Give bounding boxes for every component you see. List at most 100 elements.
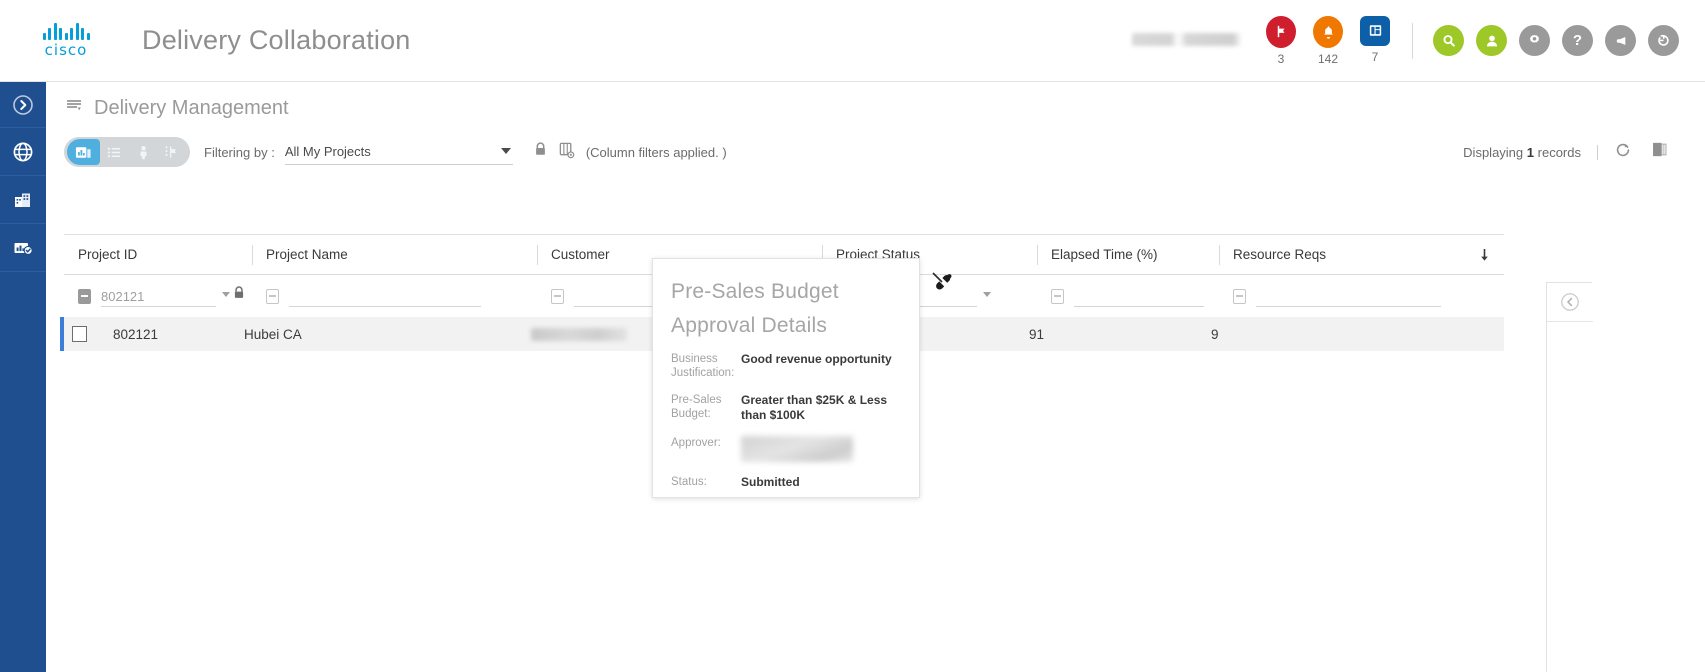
user-icon[interactable] [1476,25,1507,56]
application-window: cisco Delivery Collaboration 3 142 7 ? D… [0,0,1705,672]
column-header-resource-reqs-label: Resource Reqs [1233,247,1327,262]
report-check-icon [11,236,35,260]
column-filters-note: (Column filters applied. ) [585,144,727,160]
notification-group: 3 142 7 [1264,15,1392,66]
flag-view-icon[interactable] [158,139,187,165]
sidebar-item-company[interactable] [0,176,46,224]
expand-chevron-icon [11,93,35,117]
filter-input-project-id[interactable]: 802121 [101,285,216,307]
sort-desc-icon [1479,248,1490,265]
flag-icon [1266,15,1296,48]
news-icon [1360,15,1390,46]
popup-label: Business Justification: [671,353,735,380]
bell-icon [1313,15,1343,48]
approver-value-redacted [741,436,853,463]
dashboard-view-icon[interactable] [67,139,100,165]
filter-toolbar: Filtering by : All My Projects (Column f… [46,133,1705,171]
filter-toggle-project-id[interactable] [78,288,91,304]
collapse-left-chevron-icon[interactable] [1559,291,1581,672]
cell-resource-reqs: 9 [1211,326,1219,342]
filter-toggle-resource-reqs[interactable] [1233,288,1246,304]
view-toggle-group [64,137,190,167]
export-excel-icon[interactable] [1650,140,1669,164]
popup-field-pre-sales-budget: Pre-Sales Budget: Greater than $25K & Le… [671,393,901,423]
app-title: Delivery Collaboration [142,25,411,55]
page-title: Delivery Management [94,97,289,119]
building-icon [11,188,35,212]
filter-cell-elapsed-time [1037,275,1219,317]
right-panel-divider [1547,321,1593,322]
sidebar-item-expand[interactable] [0,82,46,128]
filter-input-resource-reqs[interactable] [1256,285,1441,307]
row-selection-marker [60,317,64,351]
header-action-icons: ? [1433,25,1679,56]
globe-icon [11,140,35,164]
help-icon[interactable]: ? [1562,25,1593,56]
column-header-project-name[interactable]: Project Name [252,235,537,275]
pre-sales-budget-popup: Pre-Sales Budget Approval Details Busine… [652,258,920,498]
list-view-icon[interactable] [100,139,129,165]
cisco-bars-icon [30,22,102,40]
column-header-resource-reqs[interactable]: Resource Reqs [1219,235,1504,275]
filter-toggle-elapsed-time[interactable] [1051,288,1064,304]
filter-cell-project-name [252,275,537,317]
customer-value-redacted [531,327,627,341]
displaying-suffix: records [1537,144,1581,160]
filter-select-value: All My Projects [284,144,371,159]
popup-field-status: Status: Submitted [671,475,901,490]
displaying-prefix: Displaying [1463,144,1524,160]
chevron-down-icon[interactable] [983,291,991,297]
left-sidebar [0,82,46,672]
filtering-by-label: Filtering by : [204,144,275,160]
megaphone-icon[interactable] [1605,25,1636,56]
bell-notification[interactable]: 142 [1311,15,1345,66]
popup-value: Submitted [741,475,800,490]
filter-select[interactable]: All My Projects [284,139,513,165]
popup-value: Greater than $25K & Less than $100K [741,393,888,423]
popup-value: Good revenue opportunity [741,352,892,367]
popup-label: Pre-Sales Budget: [671,394,722,421]
popup-label: Approver: [671,437,721,450]
gear-icon[interactable] [1519,25,1550,56]
cisco-wordmark: cisco [44,40,88,59]
filter-input-elapsed-time[interactable] [1074,285,1204,307]
popup-field-business-justification: Business Justification: Good revenue opp… [671,352,901,380]
column-header-elapsed-time[interactable]: Elapsed Time (%) [1037,235,1219,275]
flag-count: 3 [1277,51,1285,66]
chevron-down-icon [500,148,511,154]
filter-cell-resource-reqs [1219,275,1504,317]
sidebar-item-reports[interactable] [0,224,46,272]
filter-toggle-project-name[interactable] [266,288,279,304]
right-side-panel [1546,282,1593,672]
pin-link-icon[interactable] [930,270,956,301]
news-notification[interactable]: 7 [1358,15,1392,64]
flag-notification[interactable]: 3 [1264,15,1298,66]
row-checkbox[interactable] [72,326,87,342]
lock-icon[interactable] [533,141,548,163]
logout-icon[interactable] [1648,25,1679,56]
popup-field-approver: Approver: [671,436,901,463]
filter-toggle-customer[interactable] [551,288,564,304]
user-name-redacted [1132,33,1242,46]
cell-project-name: Hubei CA [244,326,302,342]
app-header: cisco Delivery Collaboration 3 142 7 ? [0,0,1705,82]
chevron-down-icon[interactable] [222,291,230,297]
search-icon[interactable] [1433,25,1464,56]
displaying-records-text: Displaying 1 records [1463,145,1581,160]
cisco-logo[interactable]: cisco [30,22,102,59]
refresh-icon[interactable] [1614,141,1632,164]
popup-label: Status: [671,476,707,489]
bell-count: 142 [1317,51,1339,66]
list-menu-icon [64,96,84,121]
column-filter-icon[interactable] [558,141,575,164]
cell-elapsed-time: 91 [1029,326,1045,342]
page-header: Delivery Management [46,82,1705,121]
filter-input-project-name[interactable] [289,285,481,307]
sidebar-item-global[interactable] [0,128,46,176]
column-header-project-id[interactable]: Project ID [64,235,252,275]
popup-title: Pre-Sales Budget Approval Details [671,280,839,337]
lock-icon[interactable] [232,285,246,306]
header-divider [1412,22,1413,59]
person-view-icon[interactable] [129,139,158,165]
records-display-group: Displaying 1 records [1463,140,1687,164]
